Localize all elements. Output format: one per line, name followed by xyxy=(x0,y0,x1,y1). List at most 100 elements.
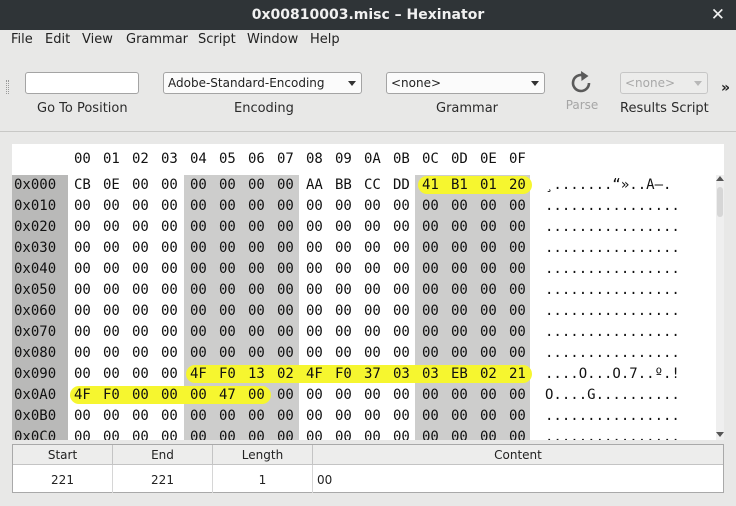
hex-byte[interactable]: 00 xyxy=(190,345,207,361)
hex-byte[interactable]: 00 xyxy=(103,219,120,235)
hex-byte[interactable]: 00 xyxy=(103,198,120,214)
hex-byte[interactable]: 00 xyxy=(132,303,149,319)
hex-byte[interactable]: 00 xyxy=(393,324,410,340)
hex-byte[interactable]: 00 xyxy=(103,240,120,256)
hex-byte[interactable]: 00 xyxy=(190,429,207,440)
hex-byte[interactable]: 00 xyxy=(509,261,526,277)
hex-byte[interactable]: 00 xyxy=(306,387,323,403)
hex-byte[interactable]: 00 xyxy=(248,429,265,440)
hex-byte[interactable]: 00 xyxy=(277,408,294,424)
hex-byte[interactable]: 00 xyxy=(190,240,207,256)
hex-byte[interactable]: 00 xyxy=(277,219,294,235)
hex-byte[interactable]: 00 xyxy=(509,219,526,235)
menu-help[interactable]: Help xyxy=(310,32,340,47)
hex-byte[interactable]: 00 xyxy=(306,429,323,440)
hex-byte[interactable]: 00 xyxy=(364,324,381,340)
menu-window[interactable]: Window xyxy=(247,32,298,47)
ascii-text[interactable]: ....O...O.7..º.! xyxy=(545,366,680,382)
hex-byte[interactable]: 00 xyxy=(219,345,236,361)
column-header-end[interactable]: End xyxy=(113,445,213,465)
hex-byte[interactable]: 00 xyxy=(132,387,149,403)
hex-byte[interactable]: 00 xyxy=(335,198,352,214)
hex-byte[interactable]: 00 xyxy=(132,366,149,382)
hex-byte[interactable]: 00 xyxy=(480,282,497,298)
hex-byte[interactable]: 00 xyxy=(509,387,526,403)
parse-button[interactable]: Parse xyxy=(561,68,603,114)
hex-byte[interactable]: 00 xyxy=(335,303,352,319)
grammar-select[interactable]: <none> xyxy=(386,72,545,94)
hex-byte[interactable]: 00 xyxy=(219,429,236,440)
toolbar-overflow-icon[interactable]: » xyxy=(721,80,730,96)
hex-byte[interactable]: 00 xyxy=(132,261,149,277)
hex-byte[interactable]: 4F xyxy=(190,366,207,382)
hex-byte[interactable]: 00 xyxy=(335,261,352,277)
hex-byte[interactable]: 00 xyxy=(132,408,149,424)
hex-byte[interactable]: 00 xyxy=(451,261,468,277)
hex-byte[interactable]: 00 xyxy=(393,345,410,361)
ascii-text[interactable]: O....G.......... xyxy=(545,387,680,403)
hex-byte[interactable]: 00 xyxy=(480,303,497,319)
hex-byte[interactable]: 00 xyxy=(219,198,236,214)
hex-byte[interactable]: 00 xyxy=(422,408,439,424)
hex-byte[interactable]: 00 xyxy=(509,282,526,298)
hex-byte[interactable]: 00 xyxy=(190,303,207,319)
menu-script[interactable]: Script xyxy=(198,32,236,47)
hex-byte[interactable]: 00 xyxy=(480,408,497,424)
hex-byte[interactable]: 13 xyxy=(248,366,265,382)
hex-byte[interactable]: 00 xyxy=(364,408,381,424)
hex-byte[interactable]: BB xyxy=(335,177,352,193)
hex-byte[interactable]: 00 xyxy=(161,240,178,256)
hex-byte[interactable]: 00 xyxy=(248,324,265,340)
ascii-text[interactable]: ................ xyxy=(545,345,680,361)
hex-byte[interactable]: 00 xyxy=(190,177,207,193)
hex-view[interactable]: 00 01 02 03 04 05 06 07 08 09 0A 0B 0C 0D 0E 0F 0x000 CB 0… xyxy=(12,144,724,440)
hex-byte[interactable]: 00 xyxy=(74,303,91,319)
ascii-text[interactable]: ................ xyxy=(545,324,680,340)
result-length[interactable]: 1 xyxy=(213,465,313,493)
hex-byte[interactable]: 00 xyxy=(422,219,439,235)
hex-byte[interactable]: 00 xyxy=(335,240,352,256)
goto-position-input[interactable] xyxy=(25,72,139,94)
hex-byte[interactable]: 00 xyxy=(509,240,526,256)
menu-grammar[interactable]: Grammar xyxy=(126,32,188,47)
hex-byte[interactable]: 00 xyxy=(103,282,120,298)
hex-byte[interactable]: 00 xyxy=(74,408,91,424)
hex-byte[interactable]: 00 xyxy=(364,303,381,319)
hex-byte[interactable]: 00 xyxy=(509,429,526,440)
hex-byte[interactable]: 00 xyxy=(393,429,410,440)
hex-byte[interactable]: 00 xyxy=(248,282,265,298)
ascii-text[interactable]: ................ xyxy=(545,408,680,424)
hex-byte[interactable]: 4F xyxy=(74,387,91,403)
hex-byte[interactable]: 00 xyxy=(451,219,468,235)
hex-byte[interactable]: 02 xyxy=(480,366,497,382)
hex-byte[interactable]: 00 xyxy=(422,429,439,440)
hex-byte[interactable]: 0E xyxy=(103,177,120,193)
hex-byte[interactable]: 00 xyxy=(161,408,178,424)
hex-byte[interactable]: 00 xyxy=(451,429,468,440)
hex-byte[interactable]: 00 xyxy=(132,198,149,214)
hex-byte[interactable]: EB xyxy=(451,366,468,382)
hex-byte[interactable]: 00 xyxy=(480,240,497,256)
hex-byte[interactable]: 00 xyxy=(306,240,323,256)
menu-file[interactable]: File xyxy=(11,32,33,47)
hex-byte[interactable]: 00 xyxy=(422,198,439,214)
close-icon[interactable]: ✕ xyxy=(711,5,725,25)
toolbar-grip[interactable] xyxy=(6,80,9,94)
hex-byte[interactable]: 00 xyxy=(451,303,468,319)
hex-byte[interactable]: 00 xyxy=(74,219,91,235)
scroll-thumb[interactable] xyxy=(717,187,723,217)
hex-byte[interactable]: 00 xyxy=(335,387,352,403)
hex-byte[interactable]: F0 xyxy=(335,366,352,382)
hex-byte[interactable]: 00 xyxy=(74,240,91,256)
hex-byte[interactable]: 00 xyxy=(480,198,497,214)
hex-byte[interactable]: AA xyxy=(306,177,323,193)
hex-byte[interactable]: 00 xyxy=(422,303,439,319)
hex-byte[interactable]: 00 xyxy=(248,198,265,214)
hex-byte[interactable]: 00 xyxy=(103,261,120,277)
hex-byte[interactable]: 00 xyxy=(132,345,149,361)
hex-byte[interactable]: 00 xyxy=(480,387,497,403)
hex-byte[interactable]: 00 xyxy=(219,303,236,319)
hex-byte[interactable]: 00 xyxy=(132,219,149,235)
hex-byte[interactable]: 00 xyxy=(451,387,468,403)
hex-byte[interactable]: 00 xyxy=(364,387,381,403)
